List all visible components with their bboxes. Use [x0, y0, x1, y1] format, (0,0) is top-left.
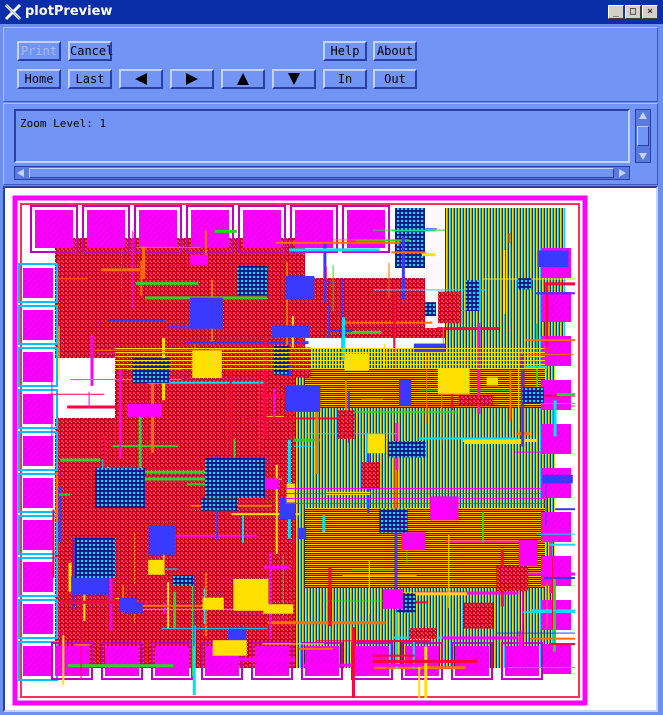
arrow-up-icon: [237, 73, 249, 85]
chip-layout-plot: [12, 195, 588, 706]
help-button[interactable]: Help: [323, 41, 367, 61]
title-bar: plotPreview _ □ ×: [0, 0, 663, 24]
scroll-thumb[interactable]: [637, 126, 649, 146]
scroll-right-icon[interactable]: [619, 169, 626, 177]
pan-down-button[interactable]: [272, 69, 316, 89]
home-button[interactable]: Home: [17, 69, 61, 89]
scroll-thumb[interactable]: [29, 168, 614, 178]
toolbar: Print Cancel Help About Home Last In Out: [3, 27, 658, 102]
arrow-right-icon: [186, 73, 198, 85]
minimize-button[interactable]: _: [608, 5, 624, 19]
zoom-out-button[interactable]: Out: [373, 69, 417, 89]
status-panel: Zoom Level: 1: [3, 103, 658, 185]
plot-canvas[interactable]: [3, 186, 658, 712]
maximize-button[interactable]: □: [625, 5, 641, 19]
last-button[interactable]: Last: [68, 69, 112, 89]
x-window-logo-icon: [4, 3, 22, 21]
minimize-icon: _: [612, 6, 620, 17]
pan-left-button[interactable]: [119, 69, 163, 89]
status-vertical-scrollbar[interactable]: [635, 109, 651, 163]
cancel-button[interactable]: Cancel: [68, 41, 113, 61]
window-title: plotPreview: [25, 4, 113, 19]
zoom-level-text: Zoom Level: 1: [14, 109, 630, 163]
status-horizontal-scrollbar[interactable]: [14, 166, 630, 180]
scroll-up-icon[interactable]: [639, 112, 647, 119]
arrow-down-icon: [288, 73, 300, 85]
arrow-left-icon: [135, 73, 147, 85]
about-button[interactable]: About: [373, 41, 417, 61]
zoom-in-button[interactable]: In: [323, 69, 367, 89]
close-icon: ×: [646, 6, 654, 17]
pan-up-button[interactable]: [221, 69, 265, 89]
pan-right-button[interactable]: [170, 69, 214, 89]
print-button[interactable]: Print: [17, 41, 61, 61]
scroll-down-icon[interactable]: [639, 153, 647, 160]
scroll-left-icon[interactable]: [17, 169, 24, 177]
maximize-icon: □: [629, 6, 637, 17]
close-button[interactable]: ×: [642, 5, 658, 19]
